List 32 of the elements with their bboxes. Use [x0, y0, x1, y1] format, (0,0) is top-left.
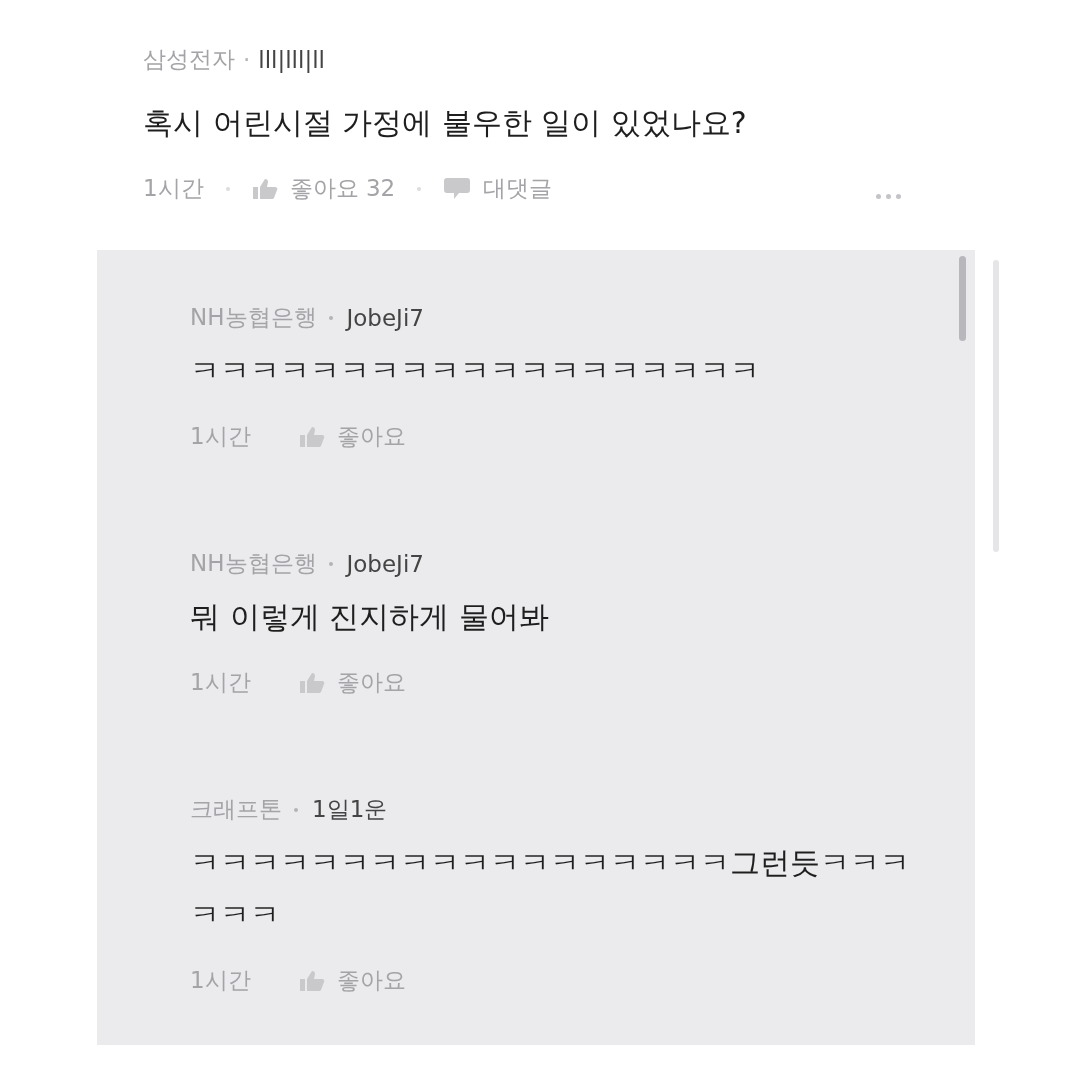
like-button[interactable]: 좋아요 — [298, 965, 406, 996]
company-name: NH농협은행 — [190, 303, 317, 332]
author-name: JobeJi7 — [346, 304, 424, 331]
timestamp: 1시간 — [143, 174, 204, 203]
timestamp: 1시간 — [190, 668, 251, 697]
separator-dot: · — [243, 46, 251, 73]
reply-text: ㅋㅋㅋㅋㅋㅋㅋㅋㅋㅋㅋㅋㅋㅋㅋㅋㅋㅋ그런듯ㅋㅋㅋㅋㅋㅋ — [190, 844, 911, 934]
author-name: 1일1운 — [312, 795, 388, 824]
thumbs-up-icon — [298, 969, 325, 992]
reply-button[interactable]: 대댓글 — [443, 173, 553, 204]
comment-text: 혹시 어린시절 가정에 불우한 일이 있었나요? — [143, 104, 748, 142]
reply-text: 뭐 이렇게 진지하게 물어봐 — [190, 598, 550, 636]
thumbs-up-icon — [251, 177, 278, 200]
timestamp: 1시간 — [190, 966, 251, 995]
separator-dot — [328, 315, 333, 320]
like-button[interactable]: 좋아요 32 — [251, 173, 396, 204]
author-name: lll|lll|ll — [258, 46, 325, 73]
like-button[interactable]: 좋아요 — [298, 421, 406, 452]
company-name: 삼성전자 — [143, 45, 235, 74]
reply-text: ㅋㅋㅋㅋㅋㅋㅋㅋㅋㅋㅋㅋㅋㅋㅋㅋㅋㅋㅋ — [190, 352, 761, 390]
scrollbar[interactable] — [959, 256, 966, 341]
author-name: JobeJi7 — [346, 550, 424, 577]
company-name: 크래프톤 — [190, 795, 282, 824]
scrollbar[interactable] — [993, 260, 999, 552]
separator-dot — [328, 561, 333, 566]
thumbs-up-icon — [298, 671, 325, 694]
company-name: NH농협은행 — [190, 549, 317, 578]
speech-bubble-icon — [443, 176, 472, 201]
like-button[interactable]: 좋아요 — [298, 667, 406, 698]
thumbs-up-icon — [298, 425, 325, 448]
separator-dot — [294, 807, 298, 812]
timestamp: 1시간 — [190, 422, 251, 451]
